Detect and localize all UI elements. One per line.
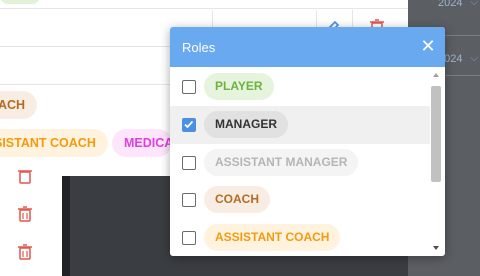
row-divider <box>0 8 408 9</box>
role-checkbox[interactable] <box>182 80 196 94</box>
year-label: 2024 <box>438 0 463 9</box>
role-checkbox[interactable] <box>182 118 196 132</box>
role-checkbox[interactable] <box>182 156 196 170</box>
role-checkbox[interactable] <box>182 193 196 207</box>
role-option-assistant-manager[interactable]: ASSISTANT MANAGER <box>170 144 430 182</box>
role-chip: ASSISTANT MANAGER <box>204 149 359 176</box>
dialog-title: Roles <box>182 40 216 55</box>
role-chip: COACH <box>204 186 270 213</box>
scrollbar-thumb[interactable] <box>431 86 441 182</box>
scroll-up-arrow-icon[interactable] <box>432 71 440 79</box>
roles-dialog: Roles ✕ PLAYER MANAGER ASSISTANT MANAGER… <box>170 27 445 256</box>
role-chip: ASSISTANT COACH <box>204 224 341 251</box>
coach-chip: ACH <box>0 91 38 119</box>
role-option-manager[interactable]: MANAGER <box>170 106 430 144</box>
trash-icon[interactable] <box>18 244 32 260</box>
dialog-header: Roles ✕ <box>170 27 445 67</box>
role-chip: PLAYER <box>204 73 274 100</box>
background-divider <box>62 176 70 276</box>
trash-icon[interactable] <box>18 168 32 184</box>
role-checkbox[interactable] <box>182 231 196 245</box>
trash-icon[interactable] <box>18 206 32 222</box>
close-icon[interactable]: ✕ <box>419 37 437 55</box>
role-list: PLAYER MANAGER ASSISTANT MANAGER COACH A… <box>170 67 430 256</box>
chevron-down-icon: ⌵ <box>470 0 479 8</box>
scroll-down-arrow-icon[interactable] <box>432 244 440 252</box>
assistant-coach-chip: SISTANT COACH <box>0 129 108 157</box>
left-column-background <box>0 176 62 276</box>
chevron-down-icon: ⌵ <box>470 52 479 64</box>
role-option-player[interactable]: PLAYER <box>170 68 430 106</box>
role-option-assistant-coach[interactable]: ASSISTANT COACH <box>170 219 430 256</box>
role-option-coach[interactable]: COACH <box>170 181 430 219</box>
role-chip: MANAGER <box>204 111 288 138</box>
scrollbar[interactable] <box>430 69 442 256</box>
checkmark-icon <box>184 120 194 129</box>
player-chip-fragment <box>0 0 40 4</box>
medical-chip: MEDICA <box>112 129 172 157</box>
